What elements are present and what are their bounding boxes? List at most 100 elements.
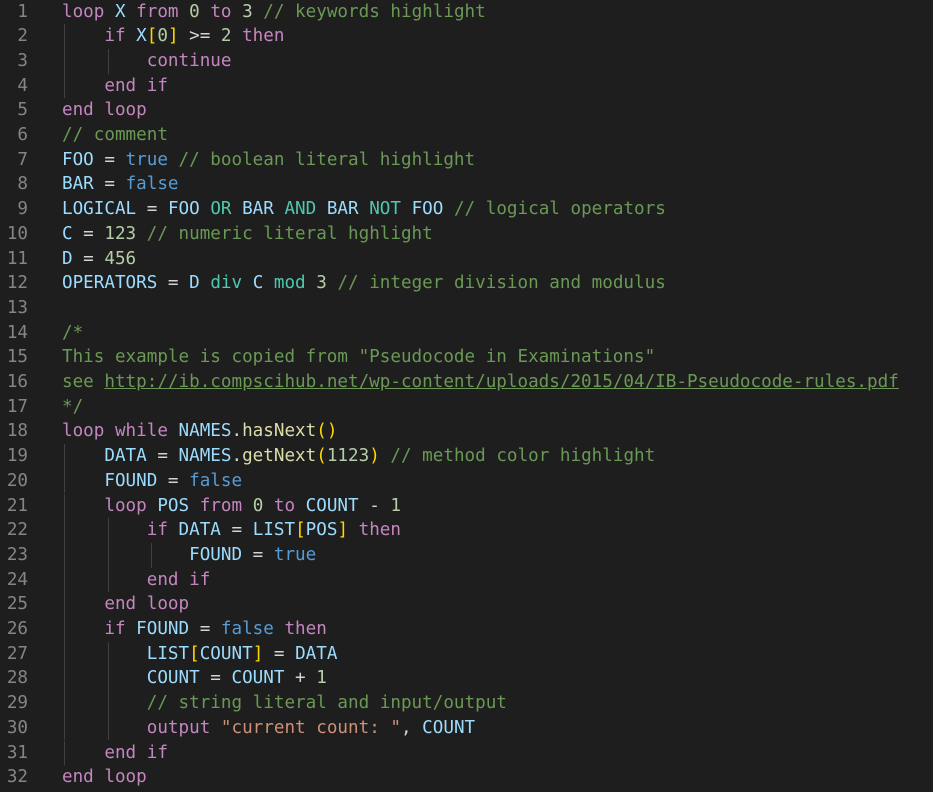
code-line[interactable]: 19 DATA = NAMES.getNext(1123) // method …: [0, 444, 933, 469]
code-line[interactable]: 22 if DATA = LIST[POS] then: [0, 518, 933, 543]
plain-text-token: [126, 619, 137, 639]
code-line[interactable]: 9 LOGICAL = FOO OR BAR AND BAR NOT FOO //…: [0, 197, 933, 222]
keyword-token: if: [146, 520, 168, 541]
keyword-token: then: [284, 619, 327, 639]
code-line[interactable]: 18 loop while NAMES.hasNext(): [0, 419, 933, 444]
keyword-token: if: [104, 26, 126, 47]
plain-text-token: [179, 570, 190, 590]
code-line[interactable]: 11 D = 456: [0, 247, 933, 272]
bracket-token: [: [189, 643, 200, 664]
code-text: DATA = NAMES.getNext(1123) // method col…: [62, 444, 655, 469]
code-line[interactable]: 15 This example is copied from "Pseudocod…: [0, 345, 933, 370]
code-line[interactable]: 32 end loop: [0, 765, 933, 790]
code-line[interactable]: 7 FOO = true // boolean literal highlight: [0, 148, 933, 173]
code-text: if X[0] >= 2 then: [62, 24, 284, 49]
plain-text-token: =: [72, 248, 105, 269]
line-number: 6: [17, 125, 28, 145]
plain-text-token: [242, 496, 253, 516]
code-text: */: [62, 395, 83, 420]
code-line[interactable]: 30 output "current count: ", COUNT: [0, 715, 933, 741]
identifier-token: OPERATORS: [62, 273, 158, 294]
code-line[interactable]: 12 OPERATORS = D div C mod 3 // integer d…: [0, 271, 933, 296]
plain-text-token: [200, 2, 211, 22]
boolean-literal-token: false: [125, 174, 179, 195]
plain-text-token: [263, 273, 274, 293]
code-editor[interactable]: 1 loop X from 0 to 3 // keywords highligh…: [0, 0, 933, 792]
code-line[interactable]: 6 // comment: [0, 123, 933, 148]
line-number: 31: [6, 742, 28, 763]
plain-text-token: +: [284, 668, 317, 689]
plain-text-token: [136, 224, 147, 244]
plain-text-token: =: [199, 668, 232, 689]
code-line[interactable]: 29 // string literal and input/output: [0, 691, 933, 716]
bracket-token: [: [146, 26, 158, 47]
plain-text-token: [168, 421, 179, 441]
identifier-token: FOUND: [189, 544, 243, 565]
boolean-literal-token: true: [125, 149, 168, 170]
line-number: 9: [17, 199, 28, 220]
code-line[interactable]: 13: [0, 296, 933, 321]
line-number: 28: [6, 668, 28, 689]
plain-text-token: [263, 496, 274, 516]
plain-text-token: [401, 199, 412, 219]
comment-token: // keywords highlight: [263, 1, 486, 22]
identifier-token: LOGICAL: [62, 199, 137, 220]
identifier-token: FOO: [411, 199, 444, 220]
code-text: if DATA = LIST[POS] then: [62, 518, 401, 543]
identifier-token: NAMES: [178, 446, 232, 467]
code-line[interactable]: 14 /*: [0, 321, 933, 346]
line-number: 2: [17, 26, 28, 47]
plain-text-token: [295, 496, 306, 516]
keyword-token: end: [62, 767, 94, 788]
identifier-token: X: [114, 1, 126, 22]
code-line[interactable]: 21 loop POS from 0 to COUNT - 1: [0, 493, 933, 519]
code-text: FOUND = true: [62, 543, 316, 568]
code-text: end if: [62, 741, 168, 766]
code-line[interactable]: 27 LIST[COUNT] = DATA: [0, 641, 933, 667]
identifier-token: C: [62, 223, 73, 244]
code-text: if FOUND = false then: [62, 617, 327, 642]
code-line[interactable]: 20 FOUND = false: [0, 468, 933, 494]
number-token: 456: [104, 248, 137, 269]
keyword-token: end: [146, 569, 179, 590]
url-link[interactable]: http://ib.compscihub.net/wp-content/uplo…: [104, 372, 898, 392]
code-line[interactable]: 31 end if: [0, 740, 933, 766]
code-line[interactable]: 26 if FOUND = false then: [0, 617, 933, 642]
plain-text-token: [168, 520, 179, 540]
bracket-token: (): [316, 421, 338, 442]
comment-token: // boolean literal highlight: [178, 149, 476, 170]
comment-token: // string literal and input/output: [146, 693, 507, 714]
line-number: 10: [6, 223, 28, 244]
plain-text-token: [380, 446, 391, 466]
plain-text-token: =: [220, 520, 253, 541]
code-line[interactable]: 24 end if: [0, 567, 933, 593]
code-line[interactable]: 5 end loop: [0, 98, 933, 123]
code-line[interactable]: 4 end if: [0, 73, 933, 99]
code-line[interactable]: 8 BAR = false: [0, 172, 933, 197]
code-line[interactable]: 28 COUNT = COUNT + 1: [0, 666, 933, 692]
code-line[interactable]: 17 */: [0, 395, 933, 420]
code-line[interactable]: 16 see http://ib.compscihub.net/wp-conten…: [0, 370, 933, 395]
code-text: LOGICAL = FOO OR BAR AND BAR NOT FOO // …: [62, 197, 666, 222]
line-number: 7: [17, 149, 28, 170]
plain-text-token: [168, 150, 179, 170]
code-line[interactable]: 25 end loop: [0, 592, 933, 617]
number-token: 3: [242, 1, 253, 22]
code-line[interactable]: 3 continue: [0, 48, 933, 74]
code-line[interactable]: 1 loop X from 0 to 3 // keywords highligh…: [0, 0, 933, 24]
identifier-token: POS: [157, 495, 190, 516]
code-line[interactable]: 10 C = 123 // numeric literal hghlight: [0, 222, 933, 247]
comment-token: /*: [62, 322, 84, 343]
code-text: output "current count: ", COUNT: [62, 716, 475, 741]
boolean-literal-token: false: [220, 619, 274, 639]
keyword-token: if: [189, 569, 211, 590]
code-line[interactable]: 23 FOUND = true: [0, 542, 933, 568]
comment-token: // integer division and modulus: [337, 273, 666, 294]
plain-text-token: =: [189, 619, 221, 639]
code-text: end if: [62, 74, 168, 99]
bracket-token: ]: [337, 520, 349, 541]
line-number: 22: [6, 520, 28, 541]
code-line[interactable]: 2 if X[0] >= 2 then: [0, 24, 933, 49]
code-text: // string literal and input/output: [62, 691, 507, 716]
code-text: This example is copied from "Pseudocode …: [62, 345, 655, 370]
